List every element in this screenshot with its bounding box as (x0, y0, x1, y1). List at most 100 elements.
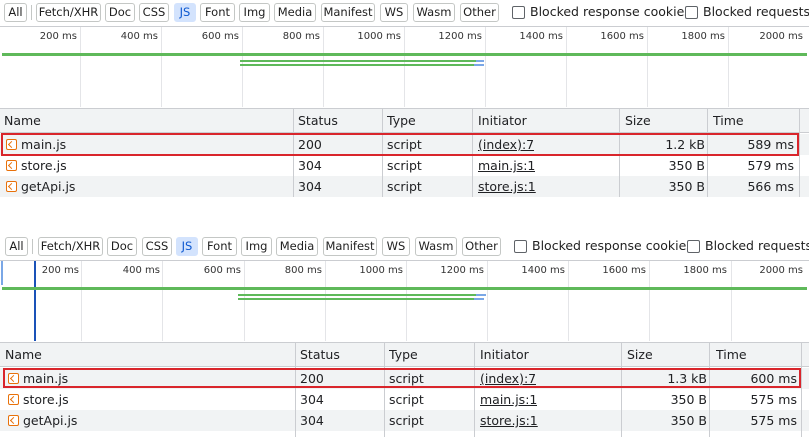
timeline-gridline (80, 27, 81, 107)
filter-manifest-button[interactable]: Manifest (321, 3, 375, 22)
filter-wasm-button[interactable]: Wasm (413, 3, 455, 22)
filter-css-button[interactable]: CSS (139, 3, 169, 22)
filter-manifest-button[interactable]: Manifest (323, 237, 377, 256)
table-row[interactable]: getApi.js 304 script store.js:1 350 B 57… (0, 410, 809, 431)
request-type: script (389, 371, 424, 386)
column-divider[interactable] (295, 342, 296, 437)
timeline-request-bar (238, 298, 474, 300)
filter-media-button[interactable]: Media (274, 3, 316, 22)
timeline-request-bar (238, 294, 476, 296)
filter-ws-button[interactable]: WS (380, 3, 408, 22)
table-row[interactable]: getApi.js 304 script store.js:1 350 B 56… (0, 176, 809, 197)
network-panel-2: All Fetch/XHR Doc CSS JS Font Img Media … (0, 234, 809, 437)
filter-font-button[interactable]: Font (200, 3, 235, 22)
table-row[interactable]: main.js 200 script (index):7 1.2 kB 589 … (0, 134, 809, 155)
filter-bar: All Fetch/XHR Doc CSS JS Font Img Media … (0, 0, 809, 26)
filter-all-button[interactable]: All (5, 237, 28, 256)
timeline-tick-label: 2000 ms (759, 31, 803, 42)
timeline-tick-label: 1400 ms (521, 265, 565, 276)
filter-js-button[interactable]: JS (174, 3, 196, 22)
column-divider[interactable] (382, 108, 383, 197)
timeline-gridline (325, 261, 326, 341)
request-initiator-link[interactable]: (index):7 (478, 134, 534, 155)
column-header-type[interactable]: Type (387, 109, 416, 132)
request-initiator-link[interactable]: main.js:1 (480, 389, 537, 410)
blocked-requests-checkbox[interactable] (687, 240, 700, 253)
filter-fetch-xhr-button[interactable]: Fetch/XHR (38, 237, 103, 256)
column-divider[interactable] (474, 342, 475, 437)
column-divider[interactable] (384, 342, 385, 437)
script-file-icon (8, 415, 19, 426)
blocked-requests-checkbox[interactable] (685, 6, 698, 19)
request-type: script (389, 413, 424, 428)
filter-other-button[interactable]: Other (462, 237, 501, 256)
column-header-size[interactable]: Size (625, 109, 651, 132)
request-time: 579 ms (747, 158, 794, 173)
filter-doc-button[interactable]: Doc (107, 237, 137, 256)
request-status: 304 (300, 392, 324, 407)
timeline-cursor[interactable] (34, 261, 36, 341)
column-header-status[interactable]: Status (300, 343, 340, 366)
timeline-gridline (161, 27, 162, 107)
table-row[interactable]: store.js 304 script main.js:1 350 B 579 … (0, 155, 809, 176)
column-divider[interactable] (709, 342, 710, 437)
filter-ws-button[interactable]: WS (382, 237, 410, 256)
filter-font-button[interactable]: Font (202, 237, 237, 256)
blocked-cookies-checkbox[interactable] (512, 6, 525, 19)
column-divider[interactable] (799, 108, 800, 197)
timeline-gridline (81, 261, 82, 341)
column-header-time[interactable]: Time (713, 109, 744, 132)
request-type: script (387, 158, 422, 173)
timeline-handle[interactable] (1, 261, 3, 285)
request-status: 200 (298, 137, 322, 152)
column-divider[interactable] (801, 342, 802, 437)
filter-media-button[interactable]: Media (276, 237, 318, 256)
timeline-tick-label: 600 ms (203, 265, 241, 276)
column-header-status[interactable]: Status (298, 109, 338, 132)
filter-fetch-xhr-button[interactable]: Fetch/XHR (36, 3, 101, 22)
column-header-name[interactable]: Name (5, 343, 42, 366)
column-header-time[interactable]: Time (716, 343, 747, 366)
timeline-gridline (568, 261, 569, 341)
column-header-type[interactable]: Type (389, 343, 418, 366)
column-divider[interactable] (707, 108, 708, 197)
filter-css-button[interactable]: CSS (142, 237, 172, 256)
column-divider[interactable] (472, 108, 473, 197)
column-header-initiator[interactable]: Initiator (480, 343, 529, 366)
filter-js-button[interactable]: JS (176, 237, 198, 256)
column-divider[interactable] (293, 108, 294, 197)
table-row[interactable]: store.js 304 script main.js:1 350 B 575 … (0, 389, 809, 410)
request-time: 589 ms (747, 137, 794, 152)
column-divider[interactable] (619, 108, 620, 197)
timeline-gridline (487, 261, 488, 341)
column-header-size[interactable]: Size (627, 343, 653, 366)
request-type: script (387, 179, 422, 194)
timeline-gridline (566, 27, 567, 107)
filter-doc-button[interactable]: Doc (105, 3, 135, 22)
column-header-name[interactable]: Name (4, 109, 41, 132)
table-row[interactable]: main.js 200 script (index):7 1.3 kB 600 … (0, 368, 809, 389)
request-size: 350 B (668, 158, 705, 173)
timeline-gridline (647, 27, 648, 107)
request-name: getApi.js (21, 179, 76, 194)
request-status: 304 (298, 158, 322, 173)
request-initiator-link[interactable]: store.js:1 (478, 176, 536, 197)
filter-other-button[interactable]: Other (460, 3, 499, 22)
request-initiator-link[interactable]: main.js:1 (478, 155, 535, 176)
blocked-cookies-checkbox[interactable] (514, 240, 527, 253)
timeline-gridline (731, 261, 732, 341)
filter-img-button[interactable]: Img (239, 3, 270, 22)
timeline-tick-label: 2000 ms (759, 265, 803, 276)
timeline-gridline (404, 27, 405, 107)
timeline-overview[interactable]: 200 ms 400 ms 600 ms 800 ms 1000 ms 1200… (0, 26, 809, 107)
filter-wasm-button[interactable]: Wasm (415, 237, 457, 256)
filter-all-button[interactable]: All (4, 3, 27, 22)
timeline-overview[interactable]: 200 ms 400 ms 600 ms 800 ms 1000 ms 1200… (0, 260, 809, 341)
table-header: Name Status Type Initiator Size Time (0, 108, 809, 133)
request-initiator-link[interactable]: (index):7 (480, 368, 536, 389)
column-divider[interactable] (621, 342, 622, 437)
request-initiator-link[interactable]: store.js:1 (480, 410, 538, 431)
filter-img-button[interactable]: Img (241, 237, 272, 256)
timeline-gridline (242, 27, 243, 107)
column-header-initiator[interactable]: Initiator (478, 109, 527, 132)
